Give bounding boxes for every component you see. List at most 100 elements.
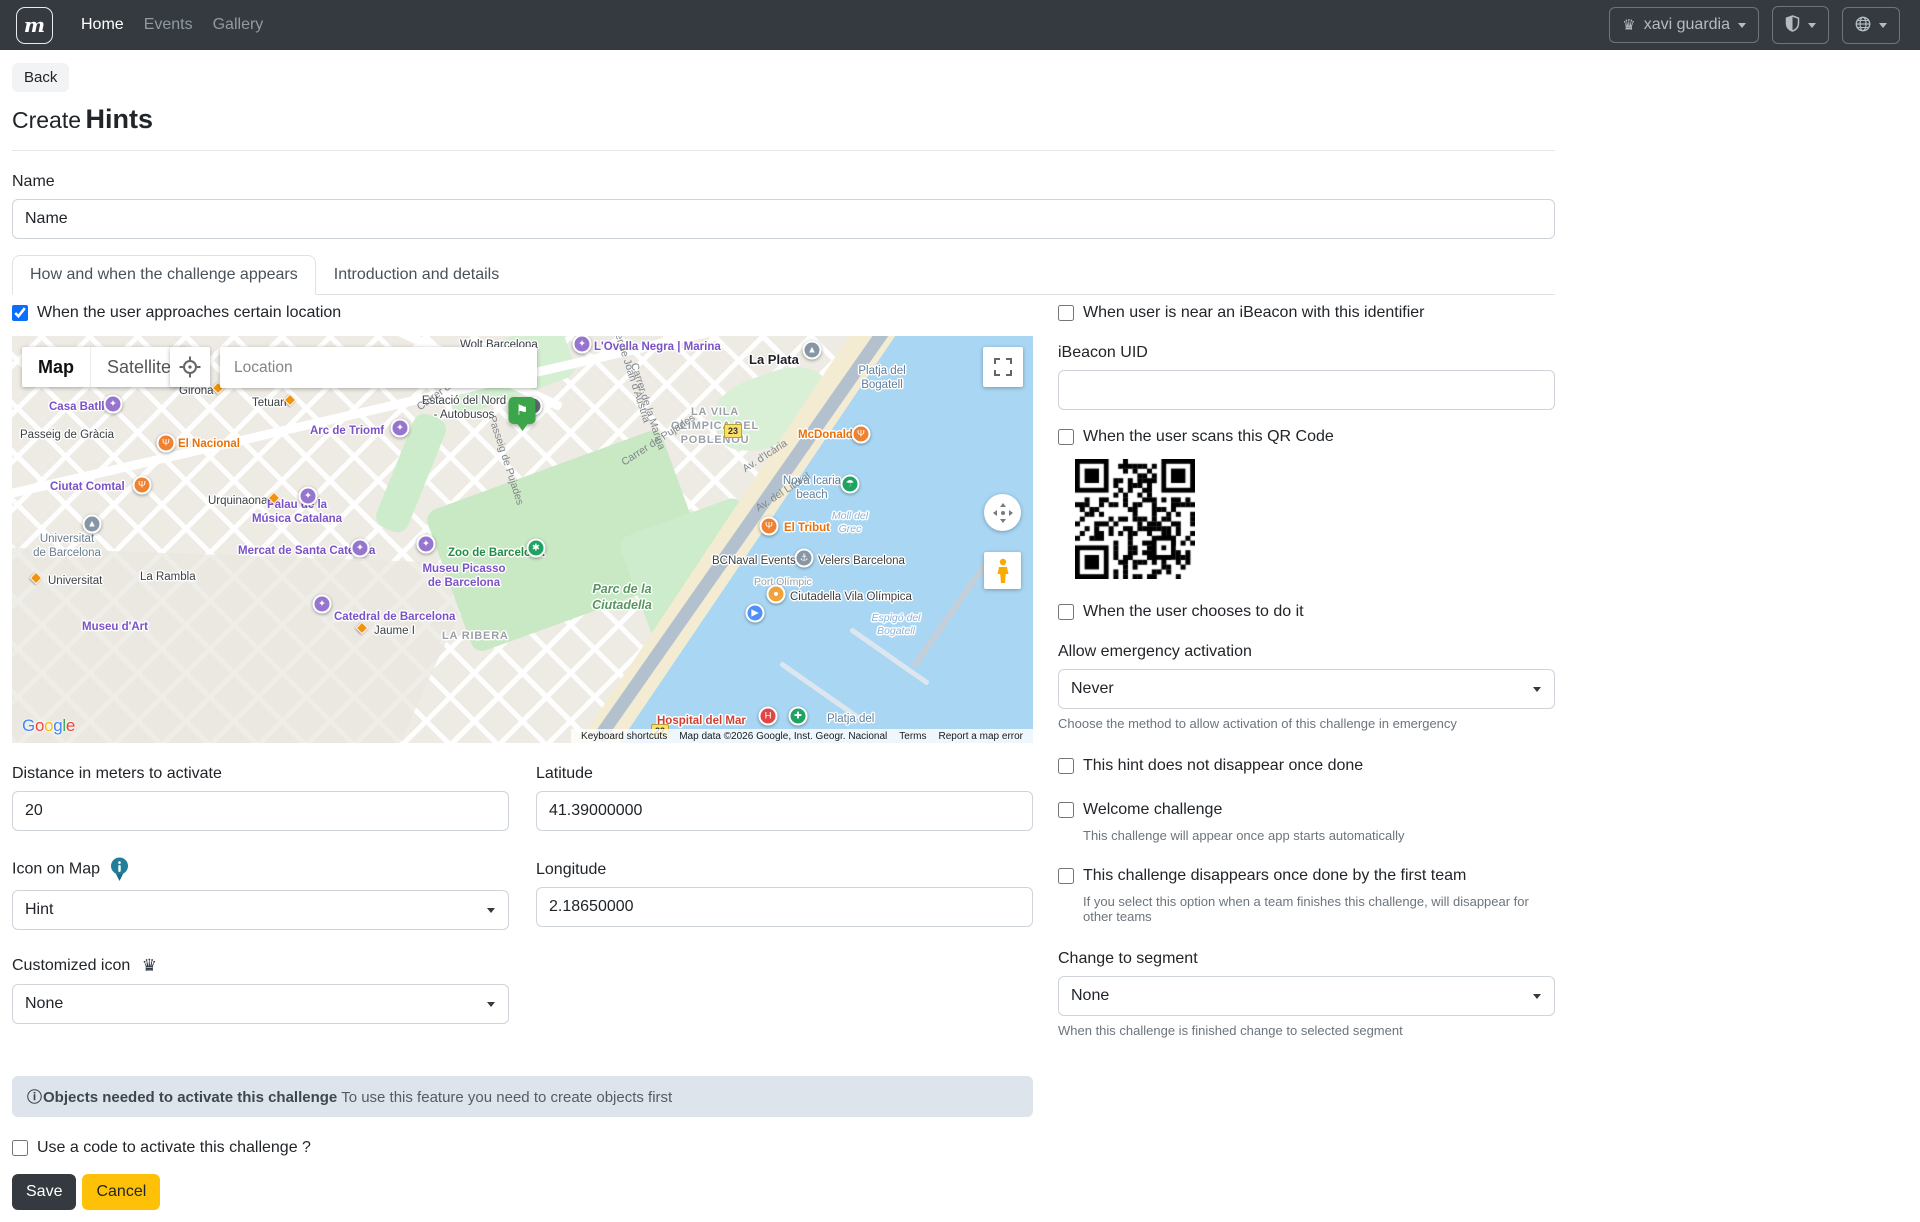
not-disappear-checkbox[interactable] — [1058, 758, 1074, 774]
metro-station-icon — [268, 492, 281, 505]
save-button[interactable]: Save — [12, 1174, 76, 1210]
ibeacon-uid-input[interactable] — [1058, 370, 1555, 410]
longitude-input[interactable] — [536, 887, 1033, 927]
welcome-checkbox-row: Welcome challenge — [1058, 801, 1555, 819]
keyboard-shortcuts-link[interactable]: Keyboard shortcuts — [575, 731, 673, 742]
route-badge: 23 — [724, 424, 742, 438]
map-location-search-input[interactable] — [220, 347, 537, 388]
nav-item-gallery[interactable]: Gallery — [203, 8, 274, 42]
tab-how-and-when[interactable]: How and when the challenge appears — [12, 255, 316, 295]
segment-select[interactable]: None — [1058, 976, 1555, 1016]
ibeacon-checkbox[interactable] — [1058, 305, 1074, 321]
map-poi-marker: H — [759, 707, 778, 726]
map-poi-marker: ⚓ — [795, 549, 814, 568]
ibeacon-uid-label: iBeacon UID — [1058, 344, 1555, 362]
map-data-text: Map data ©2026 Google, Inst. Geogr. Naci… — [673, 731, 893, 742]
qr-checkbox[interactable] — [1058, 429, 1074, 445]
report-map-error-link[interactable]: Report a map error — [933, 731, 1029, 742]
page-title: Create Hints — [12, 104, 1555, 135]
globe-icon — [1855, 16, 1871, 35]
use-code-label: Use a code to activate this challenge ? — [37, 1139, 311, 1157]
crown-icon: ♛ — [142, 956, 157, 975]
qr-checkbox-row: When the user scans this QR Code — [1058, 428, 1555, 446]
metro-station-icon — [30, 572, 43, 585]
emergency-label: Allow emergency activation — [1058, 643, 1555, 661]
map-poi-marker: ✦ — [391, 419, 410, 438]
nav-item-home[interactable]: Home — [71, 8, 134, 42]
map-poi-marker: ▲ — [83, 515, 102, 534]
chevron-down-icon — [1808, 23, 1816, 28]
distance-input[interactable] — [12, 791, 509, 831]
map-button[interactable]: Map — [22, 347, 90, 387]
latitude-input[interactable] — [536, 791, 1033, 831]
map-poi-marker: ☂ — [841, 475, 860, 494]
segment-label: Change to segment — [1058, 950, 1555, 968]
pan-control-button[interactable] — [984, 494, 1021, 531]
name-input[interactable] — [12, 199, 1555, 239]
language-menu-button[interactable] — [1842, 7, 1900, 44]
map-type-control: Map Satellite — [22, 347, 187, 387]
map-poi-marker: Ψ — [133, 476, 152, 495]
welcome-checkbox[interactable] — [1058, 802, 1074, 818]
fullscreen-button[interactable] — [983, 347, 1023, 387]
alert-bold-text: Objects needed to activate this challeng… — [43, 1089, 337, 1106]
map-poi-marker: Ψ — [157, 434, 176, 453]
first-team-checkbox[interactable] — [1058, 868, 1074, 884]
customized-icon-select[interactable]: None — [12, 984, 509, 1024]
emergency-select[interactable]: Never — [1058, 669, 1555, 709]
first-team-checkbox-row: This challenge disappears once done by t… — [1058, 867, 1555, 885]
metro-station-icon — [284, 394, 297, 407]
terms-link[interactable]: Terms — [893, 731, 932, 742]
approaches-location-checkbox[interactable] — [12, 305, 28, 321]
first-team-label: This challenge disappears once done by t… — [1083, 867, 1466, 885]
tab-bar: How and when the challenge appears Intro… — [12, 255, 1555, 295]
customized-icon-label-text: Customized icon — [12, 957, 130, 974]
map-poi-marker: ● — [767, 585, 786, 604]
pegman-button[interactable] — [984, 552, 1021, 589]
map-poi-marker: ✦ — [299, 487, 318, 506]
icon-on-map-select[interactable]: Hint — [12, 890, 509, 930]
map-poi-marker: Ψ — [852, 425, 871, 444]
map-position-flag-marker[interactable]: ⚑ — [509, 397, 536, 424]
google-logo-letter: o — [35, 716, 44, 735]
tab-introduction-details[interactable]: Introduction and details — [316, 255, 517, 295]
chooses-checkbox-label: When the user chooses to do it — [1083, 603, 1304, 621]
my-location-button[interactable] — [170, 347, 210, 387]
map-poi-marker: ✦ — [313, 595, 332, 614]
qr-code-image — [1075, 459, 1555, 579]
use-code-checkbox-row: Use a code to activate this challenge ? — [12, 1139, 1033, 1157]
not-disappear-label: This hint does not disappear once done — [1083, 757, 1363, 775]
navbar-right: ♛ xavi guardia — [1609, 6, 1910, 44]
back-button[interactable]: Back — [12, 63, 69, 92]
map-poi-marker: Ψ — [760, 517, 779, 536]
app-logo[interactable]: m — [16, 7, 53, 44]
icon-on-map-label: Icon on Map — [12, 857, 509, 882]
qr-checkbox-label: When the user scans this QR Code — [1083, 428, 1334, 446]
map-poi-marker: ✦ — [573, 336, 592, 354]
app-logo-letter: m — [24, 13, 45, 37]
coords-column: Latitude Longitude — [536, 755, 1033, 1024]
customized-icon-label: Customized icon ♛ — [12, 956, 509, 976]
google-logo-letter: o — [44, 716, 53, 735]
google-map[interactable]: Wolt BarcelonaL'Ovella Negra | MarinaLa … — [12, 336, 1033, 743]
shield-icon — [1785, 15, 1800, 35]
google-logo-letter: e — [66, 716, 75, 735]
cancel-button[interactable]: Cancel — [82, 1174, 160, 1210]
chooses-checkbox[interactable] — [1058, 604, 1074, 620]
user-name: xavi guardia — [1644, 16, 1730, 34]
page-content: Back Create Hints Name How and when the … — [0, 50, 1567, 1222]
map-poi-marker: ✚ — [789, 707, 808, 726]
latitude-label: Latitude — [536, 765, 1033, 783]
nav-item-events[interactable]: Events — [134, 8, 203, 42]
alert-text: To use this feature you need to create o… — [341, 1089, 672, 1106]
icon-on-map-label-text: Icon on Map — [12, 861, 100, 878]
chooses-checkbox-row: When the user chooses to do it — [1058, 603, 1555, 621]
info-icon: ⓘ — [27, 1089, 42, 1106]
left-fields-column: Distance in meters to activate Icon on M… — [12, 755, 509, 1024]
user-menu-button[interactable]: ♛ xavi guardia — [1609, 7, 1759, 43]
icon-on-map-selected-value: Hint — [25, 901, 53, 919]
use-code-checkbox[interactable] — [12, 1140, 28, 1156]
welcome-label: Welcome challenge — [1083, 801, 1222, 819]
admin-menu-button[interactable] — [1772, 6, 1829, 44]
not-disappear-checkbox-row: This hint does not disappear once done — [1058, 757, 1555, 775]
